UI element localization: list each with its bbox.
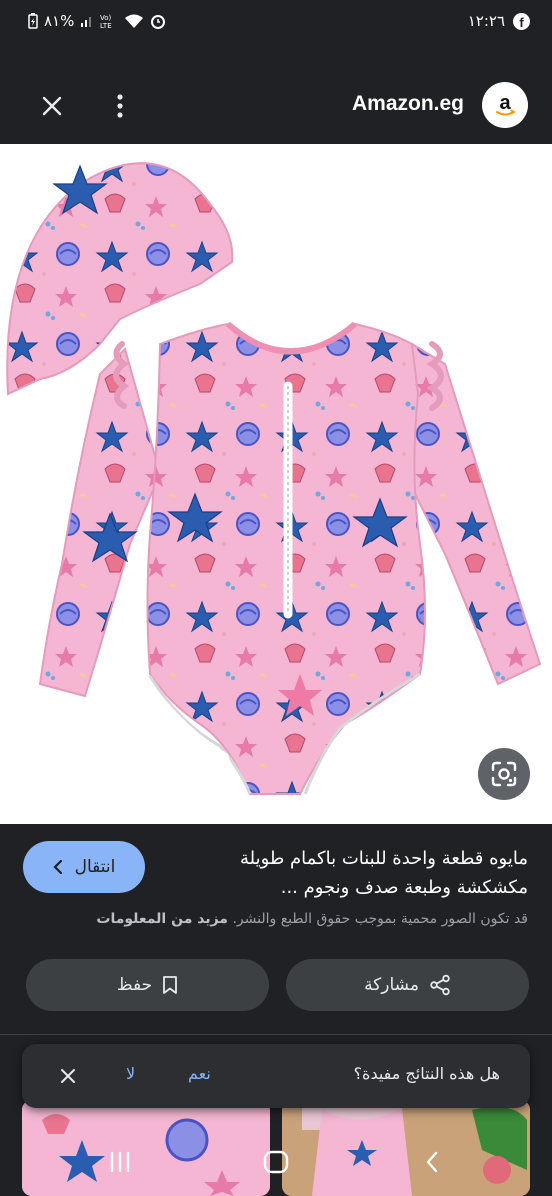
close-button[interactable] xyxy=(34,88,70,124)
feedback-close-button[interactable] xyxy=(56,1064,80,1088)
status-left: ٨١% Vo) LTE xyxy=(28,10,166,32)
lens-icon xyxy=(491,761,517,787)
visit-button[interactable]: انتقال xyxy=(23,841,145,893)
bookmark-icon xyxy=(163,976,178,994)
result-title[interactable]: مايوه قطعة واحدة للبنات باكمام طويلة مكش… xyxy=(168,844,528,902)
feedback-question: هل هذه النتائج مفيدة؟ xyxy=(353,1064,500,1083)
copyright-text: قد تكون الصور محمية بموجب حقوق الطبع وال… xyxy=(232,911,528,927)
product-image[interactable] xyxy=(0,144,552,824)
feedback-prompt: هل هذه النتائج مفيدة؟ نعم لا xyxy=(22,1044,530,1108)
source-site-name[interactable]: Amazon.eg xyxy=(352,92,464,116)
volte-icon: Vo)LTE xyxy=(100,14,112,29)
home-icon xyxy=(263,1150,289,1174)
svg-text:LTE: LTE xyxy=(100,22,112,29)
amazon-logo[interactable]: a xyxy=(482,82,528,128)
status-right: ١٢:٢٦ f xyxy=(468,10,530,32)
signal-icon xyxy=(81,17,92,27)
google-lens-button[interactable] xyxy=(478,748,530,800)
battery-percent: ٨١% xyxy=(44,12,75,30)
close-icon xyxy=(61,1069,75,1083)
battery-icon xyxy=(28,13,38,29)
left-sleeve xyxy=(38,347,162,698)
back-icon xyxy=(426,1151,438,1173)
swimsuit-illustration xyxy=(6,162,542,795)
share-button-label: مشاركة xyxy=(364,975,419,995)
visit-button-label: انتقال xyxy=(74,857,116,877)
status-bar: ١٢:٢٦ f ٨١% Vo) LTE xyxy=(0,0,552,42)
home-button[interactable] xyxy=(256,1146,296,1178)
recents-button[interactable] xyxy=(100,1146,140,1178)
share-icon xyxy=(430,974,450,996)
back-button[interactable] xyxy=(412,1146,452,1178)
save-button-label: حفظ xyxy=(116,975,153,995)
share-button[interactable]: مشاركة xyxy=(286,959,529,1011)
copyright-notice: قد تكون الصور محمية بموجب حقوق الطبع وال… xyxy=(18,911,528,927)
feedback-yes-button[interactable]: نعم xyxy=(188,1064,211,1083)
alarm-icon xyxy=(151,15,166,29)
recents-icon xyxy=(110,1151,130,1173)
wifi-icon xyxy=(125,14,144,28)
feedback-no-button[interactable]: لا xyxy=(126,1064,135,1083)
more-vert-icon xyxy=(117,94,123,118)
system-navigation-bar xyxy=(0,1128,552,1196)
amazon-logo-letter: a xyxy=(499,92,511,114)
divider xyxy=(0,1034,552,1035)
facebook-notification-icon: f xyxy=(513,12,530,30)
status-time: ١٢:٢٦ xyxy=(467,12,505,30)
result-info-panel: انتقال مايوه قطعة واحدة للبنات باكمام طو… xyxy=(0,824,552,1034)
close-icon xyxy=(42,96,62,116)
save-button[interactable]: حفظ xyxy=(26,959,269,1011)
learn-more-link[interactable]: مزيد من المعلومات xyxy=(96,911,228,927)
chevron-left-icon xyxy=(53,860,62,874)
viewer-top-bar: Amazon.eg a xyxy=(0,68,552,144)
svg-text:Vo): Vo) xyxy=(100,14,112,22)
more-options-button[interactable] xyxy=(104,88,136,124)
